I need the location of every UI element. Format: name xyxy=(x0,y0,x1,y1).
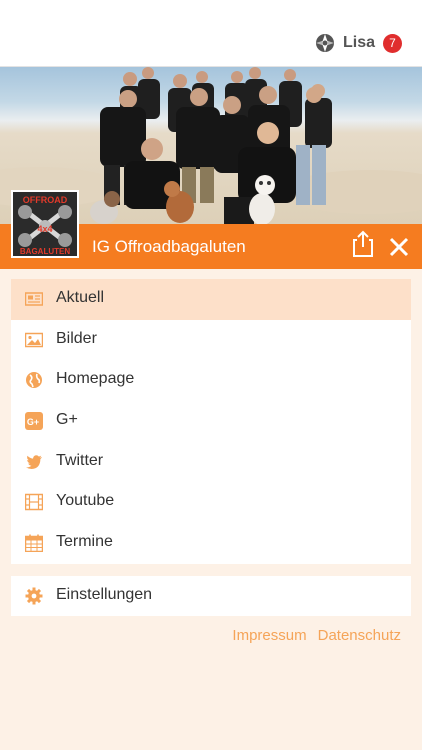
menu-label-gplus: G+ xyxy=(56,411,78,429)
footer-links: Impressum Datenschutz xyxy=(232,627,401,644)
image-icon xyxy=(25,332,43,347)
group-logo: OFFROAD 4x4 BAGALUTEN xyxy=(11,190,79,258)
menu-label-twitter: Twitter xyxy=(56,451,104,469)
logo-emblem-icon: OFFROAD 4x4 BAGALUTEN xyxy=(13,192,77,256)
menu-item-bilder[interactable]: Bilder xyxy=(11,320,411,361)
top-bar: Lisa 7 xyxy=(0,0,422,67)
menu-item-homepage[interactable]: Homepage xyxy=(11,360,411,401)
menu-item-gplus[interactable]: G+ G+ xyxy=(11,401,411,442)
logo-text-top: OFFROAD xyxy=(23,195,68,205)
film-icon xyxy=(25,494,43,511)
menu-label-aktuell: Aktuell xyxy=(56,289,105,306)
settings-menu: Einstellungen xyxy=(11,576,411,616)
menu-label-homepage: Homepage xyxy=(56,370,135,388)
menu-item-youtube[interactable]: Youtube xyxy=(11,482,411,523)
impressum-link[interactable]: Impressum xyxy=(232,627,306,644)
logo-text-bottom: BAGALUTEN xyxy=(20,247,70,256)
datenschutz-link[interactable]: Datenschutz xyxy=(318,627,401,644)
twitter-icon xyxy=(26,455,42,469)
menu-item-termine[interactable]: Termine xyxy=(11,523,411,564)
logo-number: 4x4 xyxy=(37,224,52,234)
menu-item-aktuell[interactable]: Aktuell xyxy=(11,279,411,320)
gear-icon xyxy=(25,587,43,605)
globe-icon xyxy=(26,372,42,389)
menu-item-einstellungen[interactable]: Einstellungen xyxy=(11,576,411,617)
menu-label-einstellungen: Einstellungen xyxy=(56,586,153,603)
notification-badge[interactable]: 7 xyxy=(383,33,402,53)
calendar-icon xyxy=(25,534,43,553)
close-icon[interactable] xyxy=(388,236,410,258)
menu-item-twitter[interactable]: Twitter xyxy=(11,442,411,483)
share-icon[interactable] xyxy=(352,230,374,258)
user-name: Lisa xyxy=(342,34,375,51)
app-switch-icon xyxy=(315,34,334,52)
google-plus-icon: G+ xyxy=(25,412,43,431)
menu-label-bilder: Bilder xyxy=(56,329,97,347)
group-name: IG Offroadbagaluten xyxy=(92,237,246,256)
news-icon xyxy=(25,292,43,306)
menu-label-termine: Termine xyxy=(56,533,113,551)
main-menu: Aktuell Bilder Homepage G+ G+ Twitter Yo… xyxy=(11,279,411,564)
svg-text:G+: G+ xyxy=(27,417,39,427)
menu-label-youtube: Youtube xyxy=(56,492,115,510)
user-menu[interactable]: Lisa 7 xyxy=(315,33,402,53)
